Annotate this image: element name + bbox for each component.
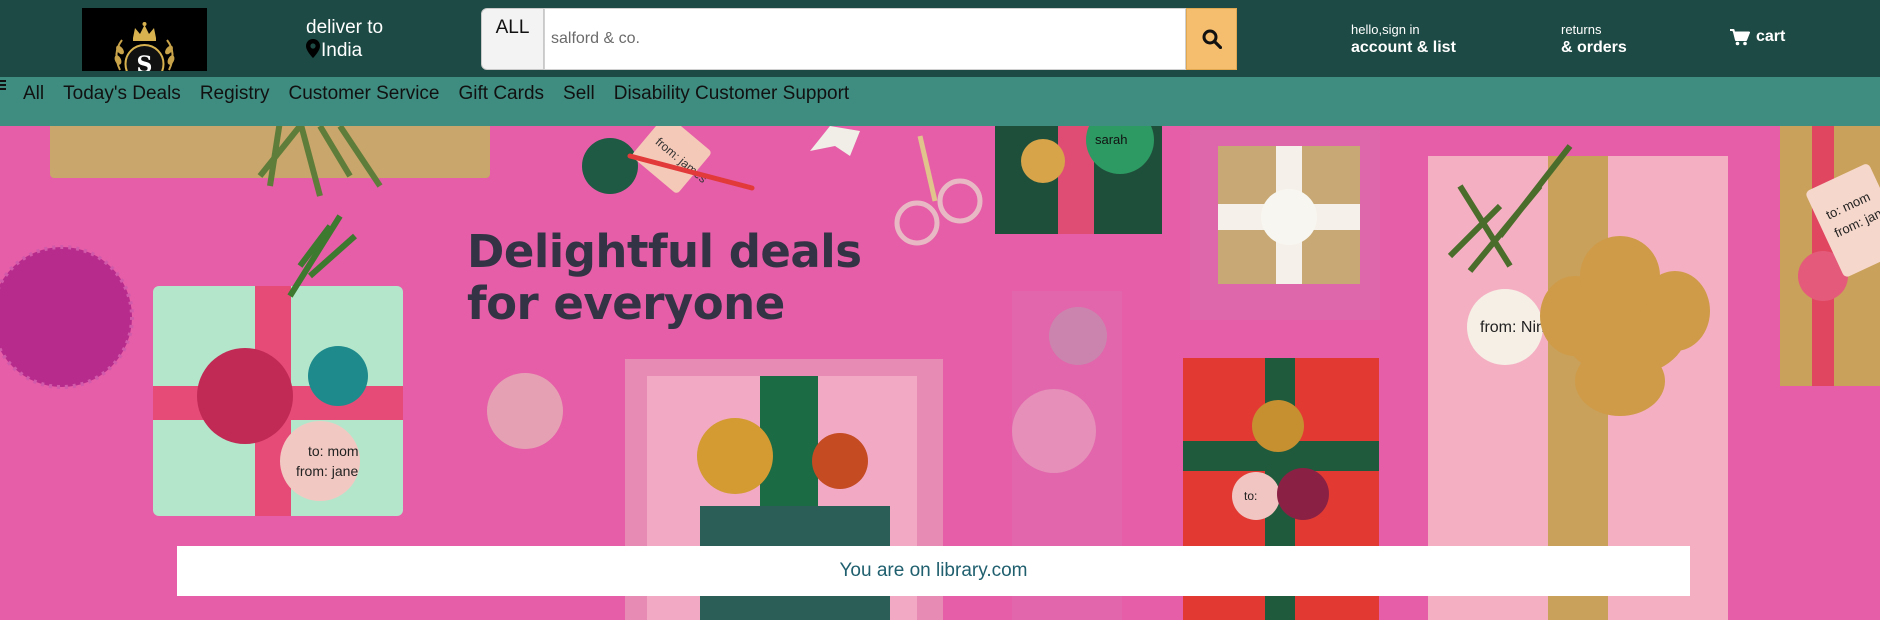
search-icon [1202, 29, 1222, 49]
cart-button[interactable]: cart [1730, 28, 1785, 46]
site-logo[interactable]: S [82, 8, 207, 71]
returns-orders[interactable]: returns & orders [1561, 22, 1627, 58]
gift-tag-text: sarah [1095, 132, 1128, 147]
nav-bar: All Today's Deals Registry Customer Serv… [0, 77, 1880, 126]
location-pin-icon [306, 39, 320, 58]
nav-item-customer-service[interactable]: Customer Service [289, 83, 440, 105]
gift-tag-text: from: jane [296, 463, 358, 479]
nav-item-all[interactable]: All [23, 83, 44, 105]
logo-letter: S [137, 52, 153, 71]
nav-item-todays-deals[interactable]: Today's Deals [63, 83, 181, 105]
hero-headline-line1: Delightful deals [467, 225, 862, 278]
account-label: account & list [1351, 39, 1456, 56]
nav-item-registry[interactable]: Registry [200, 83, 270, 105]
nav-item-gift-cards[interactable]: Gift Cards [459, 83, 545, 105]
crown-logo-icon: S [114, 22, 175, 71]
search-category-select[interactable]: ALL [481, 8, 544, 70]
account-menu[interactable]: hello,sign in account & list [1351, 22, 1456, 58]
orders-label: & orders [1561, 39, 1627, 56]
hero-headline: Delightful deals for everyone [467, 226, 862, 330]
deliver-location: India [321, 40, 363, 61]
deliver-to[interactable]: deliver to India [306, 17, 383, 62]
nav-list: All Today's Deals Registry Customer Serv… [23, 83, 868, 105]
deliver-to-label: deliver to [306, 17, 384, 38]
cart-label: cart [1756, 28, 1786, 45]
hamburger-icon[interactable] [0, 80, 7, 90]
nav-item-disability-support[interactable]: Disability Customer Support [614, 83, 849, 105]
account-greeting: hello,sign in [1351, 22, 1420, 37]
search-input[interactable] [545, 9, 1185, 69]
search-button[interactable] [1186, 8, 1237, 70]
nav-item-sell[interactable]: Sell [563, 83, 595, 105]
search-field-wrapper [544, 8, 1186, 70]
cart-icon [1730, 28, 1750, 45]
search-bar: ALL [481, 8, 1256, 70]
hero-headline-line2: for everyone [467, 277, 785, 330]
site-notice-text: You are on library.com [839, 560, 1028, 581]
returns-label: returns [1561, 22, 1602, 37]
top-header: S deliver to India ALL hello,sign in acc… [0, 0, 1880, 77]
gift-tag-text: to: mom [308, 443, 359, 459]
site-notice-bar: You are on library.com [177, 546, 1690, 596]
gift-tag-text: to: [1244, 489, 1257, 503]
